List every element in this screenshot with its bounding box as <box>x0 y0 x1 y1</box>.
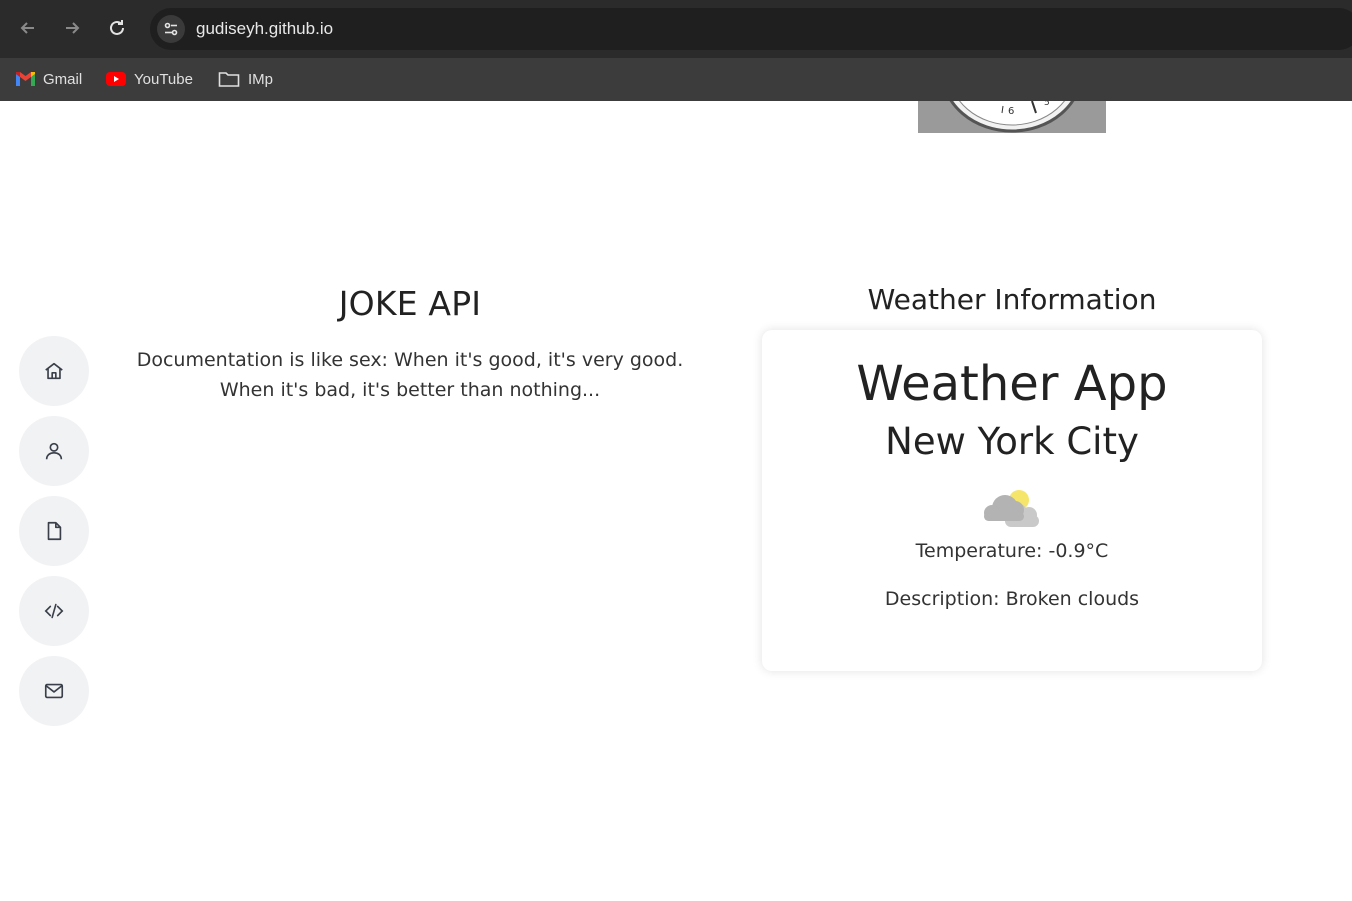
joke-text: Documentation is like sex: When it's goo… <box>120 345 700 405</box>
broken-clouds-icon <box>984 490 1039 527</box>
site-info-button[interactable] <box>157 15 185 43</box>
mail-icon <box>44 683 64 699</box>
address-bar[interactable]: gudiseyh.github.io <box>150 8 1352 50</box>
back-button[interactable] <box>14 14 42 42</box>
url-text[interactable]: gudiseyh.github.io <box>196 19 333 39</box>
gmail-icon <box>16 72 35 86</box>
clock-image: 6 5 <box>918 101 1106 133</box>
bookmark-youtube[interactable]: YouTube <box>106 66 193 92</box>
nav-projects-button[interactable] <box>19 576 89 646</box>
reload-icon <box>110 20 124 35</box>
back-arrow-icon <box>20 22 34 34</box>
nav-contact-button[interactable] <box>19 656 89 726</box>
browser-chrome: gudiseyh.github.io Gmail YouTube IMp <box>0 0 1352 101</box>
nav-resume-button[interactable] <box>19 496 89 566</box>
folder-icon <box>218 72 240 87</box>
document-icon <box>47 521 62 541</box>
weather-temperature: Temperature: -0.9°C <box>915 540 1109 562</box>
weather-section-title: Weather Information <box>867 283 1157 316</box>
weather-city: New York City <box>885 420 1139 463</box>
tune-icon <box>164 22 178 36</box>
browser-toolbar: gudiseyh.github.io <box>0 0 1352 58</box>
bookmark-gmail[interactable]: Gmail <box>16 66 82 92</box>
clock-face-icon: 6 5 <box>949 101 1075 133</box>
reload-button[interactable] <box>103 14 131 42</box>
weather-card: Weather App New York City Temperature: -… <box>762 330 1262 671</box>
side-navigation <box>19 336 89 736</box>
forward-button[interactable] <box>58 14 86 42</box>
clock-numeral: 6 <box>1008 106 1014 117</box>
bookmarks-bar: Gmail YouTube IMp <box>0 58 1352 101</box>
joke-text-line: Documentation is like sex: When it's goo… <box>136 349 684 371</box>
joke-section: JOKE API Documentation is like sex: When… <box>120 284 700 405</box>
weather-description: Description: Broken clouds <box>884 588 1140 610</box>
joke-text-line: When it's bad, it's better than nothing.… <box>219 379 601 401</box>
bookmark-label: Gmail <box>43 70 83 88</box>
weather-app-title: Weather App <box>856 356 1168 412</box>
nav-home-button[interactable] <box>19 336 89 406</box>
bookmark-label: YouTube <box>134 70 193 88</box>
joke-title: JOKE API <box>338 284 482 323</box>
youtube-icon <box>106 72 126 86</box>
bookmark-label: IMp <box>248 70 274 88</box>
nav-about-button[interactable] <box>19 416 89 486</box>
user-icon <box>45 442 63 460</box>
home-icon <box>45 362 63 380</box>
clock-numeral-partial: 5 <box>1044 101 1050 108</box>
bookmark-folder-imp[interactable]: IMp <box>218 66 273 92</box>
weather-icon-wrapper <box>977 484 1047 534</box>
code-icon <box>44 603 64 619</box>
forward-arrow-icon <box>66 22 80 34</box>
